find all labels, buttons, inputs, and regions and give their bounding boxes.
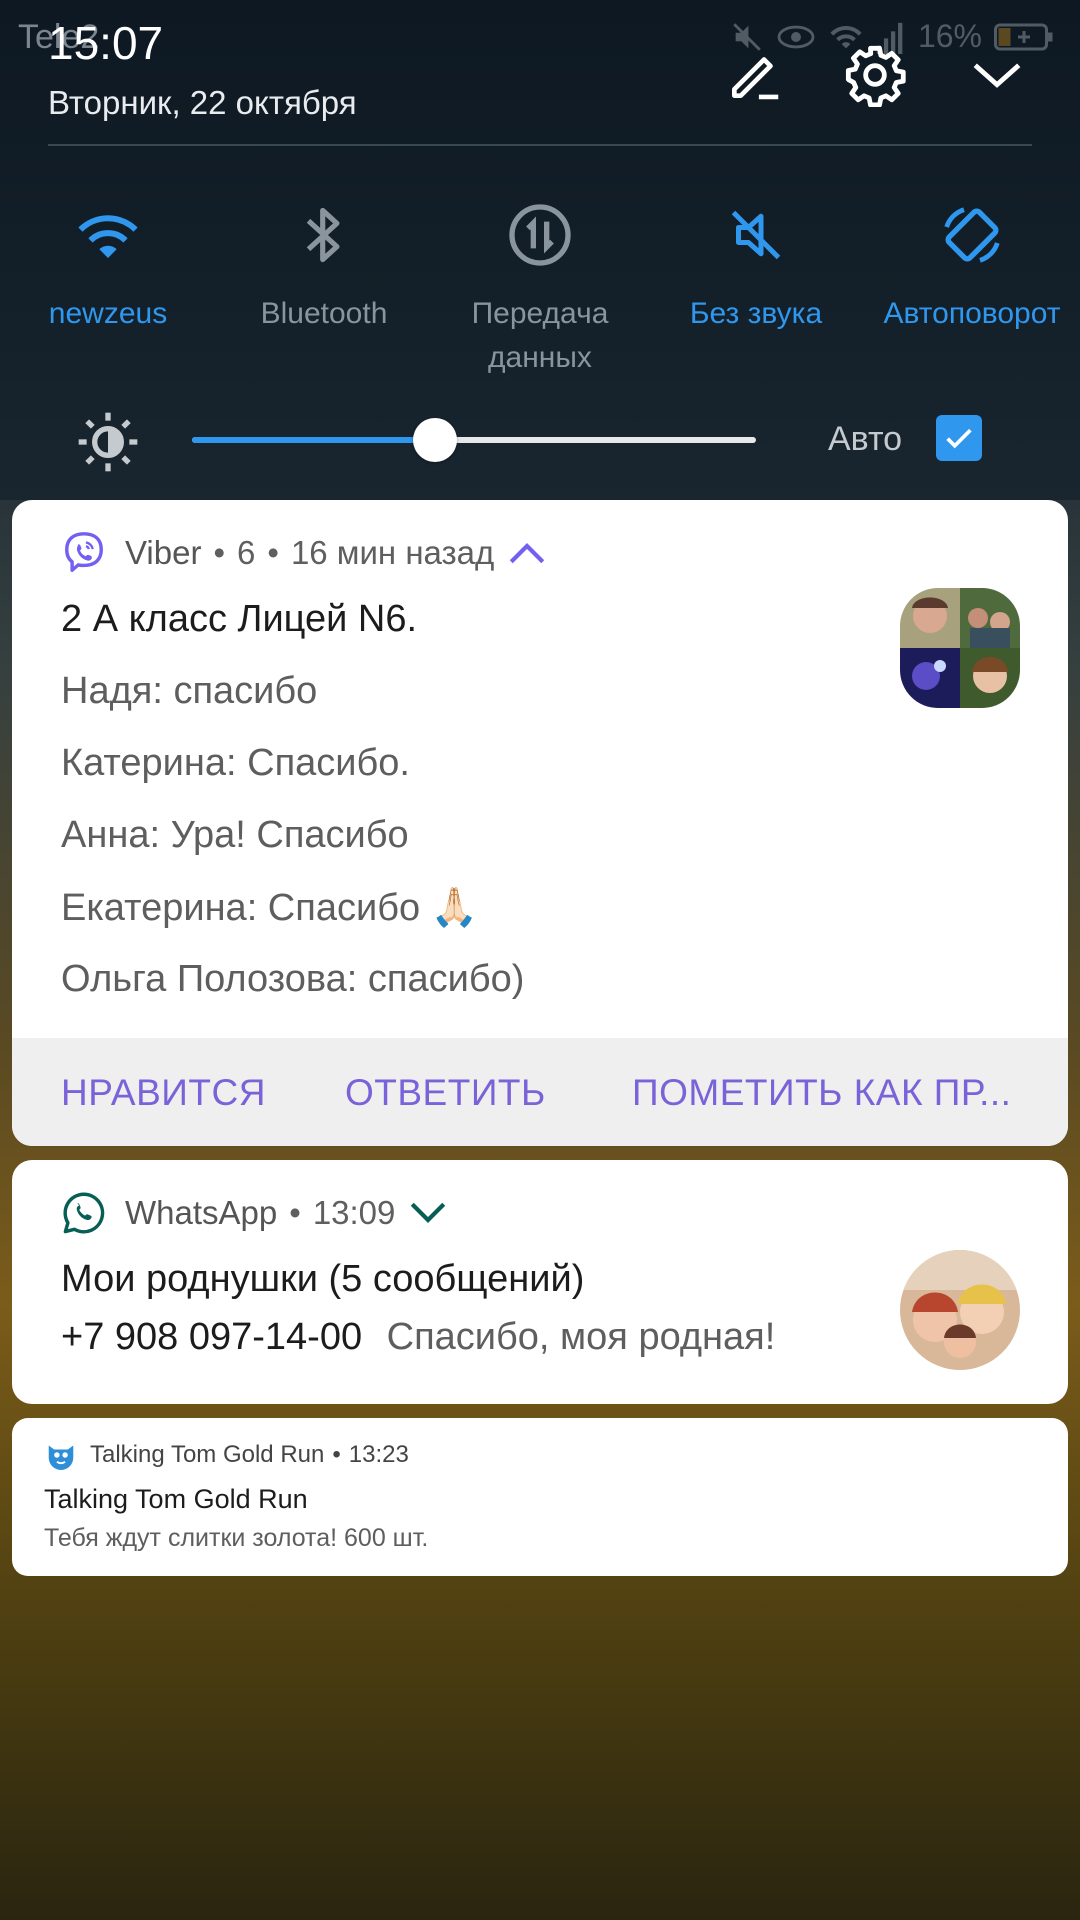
clock: 15:07 — [48, 17, 164, 69]
toggle-wifi[interactable]: newzeus — [0, 200, 216, 380]
viber-title: 2 А класс Лицей N6. — [61, 598, 418, 640]
viber-message: Катерина: Спасибо. — [61, 742, 410, 784]
whatsapp-time: 13:09 — [312, 1194, 396, 1231]
talkingtom-app-name: Talking Tom Gold Run — [90, 1441, 325, 1468]
collapse-button[interactable] — [962, 40, 1032, 110]
toggle-bluetooth-label: Bluetooth — [260, 297, 388, 330]
whatsapp-group-avatar — [900, 1250, 1020, 1370]
auto-brightness-label: Авто — [828, 420, 903, 458]
quick-toggles: newzeus Bluetooth Передача данных Без зв… — [0, 200, 1080, 380]
whatsapp-message: Спасибо, моя родная! — [386, 1316, 776, 1358]
talkingtom-header: Talking Tom Gold Run • 13:23 — [44, 1440, 409, 1470]
brightness-row: Авто — [0, 400, 1080, 480]
toggle-mute-label: Без звука — [689, 297, 823, 330]
auto-brightness-checkbox[interactable] — [936, 415, 982, 461]
reply-button[interactable]: ОТВЕТИТЬ — [345, 1072, 546, 1114]
talkingtom-notification[interactable]: Talking Tom Gold Run • 13:23 Talking Tom… — [12, 1418, 1068, 1576]
wifi-icon — [78, 215, 138, 258]
talkingtom-title: Talking Tom Gold Run — [44, 1484, 308, 1514]
brightness-slider[interactable] — [192, 418, 756, 462]
mute-icon — [731, 210, 781, 260]
toggle-mobile-data[interactable]: Передача данных — [432, 200, 648, 380]
whatsapp-icon — [63, 1192, 105, 1234]
whatsapp-app-name: WhatsApp — [125, 1194, 278, 1231]
check-icon — [946, 428, 972, 449]
viber-message: Анна: Ура! Спасибо — [61, 814, 409, 856]
bluetooth-icon — [306, 207, 340, 263]
toggle-mute[interactable]: Без звука — [648, 200, 864, 380]
viber-message: Екатерина: Спасибо 🙏🏻 — [61, 887, 478, 929]
chevron-down-icon[interactable] — [407, 1198, 449, 1228]
toggle-mobile-data-label: Передача данных — [471, 297, 609, 374]
header-divider — [48, 144, 1032, 146]
viber-notification[interactable]: Viber • 6 • 16 мин назад 2 А класс Лицей… — [12, 500, 1068, 1146]
viber-app-name: Viber — [125, 534, 202, 571]
viber-header: Viber • 6 • 16 мин назад — [61, 530, 548, 576]
toggle-autorotate-label: Автоповорот — [883, 297, 1061, 330]
brightness-icon — [76, 410, 140, 479]
talkingtom-app-icon — [48, 1445, 74, 1470]
viber-message: Ольга Полозова: спасибо) — [61, 958, 525, 1000]
like-button[interactable]: НРАВИТСЯ — [61, 1072, 266, 1114]
whatsapp-message-row: +7 908 097-14-00 Спасибо, моя родная! — [61, 1316, 775, 1359]
settings-button[interactable] — [840, 40, 910, 110]
separator-dot: • — [332, 1441, 341, 1468]
chevron-down-icon — [973, 63, 1021, 88]
brightness-fill — [192, 437, 435, 443]
autorotate-icon — [944, 207, 1000, 263]
separator-dot: • — [213, 534, 226, 571]
viber-group-avatar — [900, 588, 1020, 708]
mobile-data-icon — [509, 204, 571, 266]
viber-time: 16 мин назад — [290, 534, 495, 571]
talkingtom-message: Тебя ждут слитки золота! 600 шт. — [44, 1524, 429, 1552]
chevron-up-icon[interactable] — [506, 538, 548, 568]
talkingtom-time: 13:23 — [348, 1441, 409, 1468]
whatsapp-title: Мои роднушки (5 сообщений) — [61, 1258, 585, 1300]
viber-icon — [65, 532, 103, 572]
mark-read-button[interactable]: ПОМЕТИТЬ КАК ПР... — [632, 1072, 1011, 1114]
brightness-knob[interactable] — [412, 418, 457, 462]
whatsapp-sender: +7 908 097-14-00 — [61, 1316, 363, 1358]
toggle-autorotate[interactable]: Автоповорот — [864, 200, 1080, 380]
viber-message: Надя: спасибо — [61, 670, 318, 712]
pencil-icon — [732, 57, 779, 100]
whatsapp-notification[interactable]: WhatsApp • 13:09 Мои роднушки (5 сообщен… — [12, 1160, 1068, 1404]
viber-actions: НРАВИТСЯ ОТВЕТИТЬ ПОМЕТИТЬ КАК ПР... — [12, 1038, 1068, 1146]
toggle-bluetooth[interactable]: Bluetooth — [216, 200, 432, 380]
edit-button[interactable] — [720, 40, 790, 110]
date-label: Вторник, 22 октября — [48, 84, 357, 121]
separator-dot: • — [289, 1194, 301, 1231]
toggle-wifi-label: newzeus — [48, 297, 168, 330]
viber-count: 6 — [237, 534, 256, 571]
whatsapp-header: WhatsApp • 13:09 — [61, 1190, 449, 1236]
gear-icon — [845, 45, 906, 107]
separator-dot: • — [267, 534, 279, 571]
